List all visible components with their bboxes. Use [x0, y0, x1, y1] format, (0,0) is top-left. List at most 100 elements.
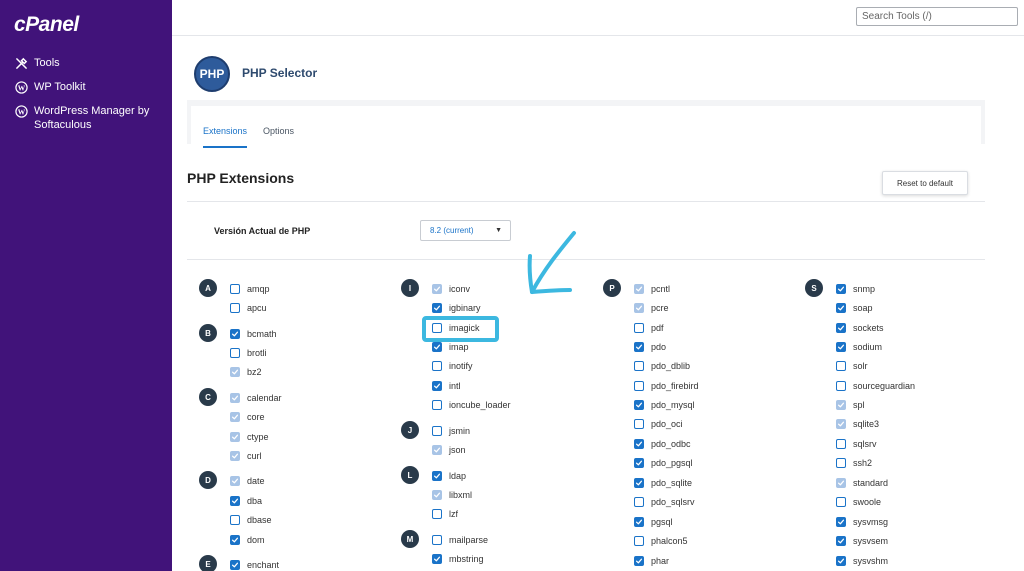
tab-options[interactable]: Options	[263, 126, 294, 146]
extension-pdo-oci[interactable]: pdo_oci	[634, 418, 683, 430]
extension-pdo-odbc[interactable]: pdo_odbc	[634, 438, 691, 450]
extension-checkbox[interactable]	[634, 342, 644, 352]
extension-sourceguardian[interactable]: sourceguardian	[836, 380, 915, 392]
extension-swoole[interactable]: swoole	[836, 496, 881, 508]
extension-checkbox[interactable]	[432, 471, 442, 481]
extension-checkbox[interactable]	[432, 554, 442, 564]
extension-pdo-sqlite[interactable]: pdo_sqlite	[634, 477, 692, 489]
extension-checkbox[interactable]	[836, 303, 846, 313]
extension-sqlite3[interactable]: sqlite3	[836, 418, 879, 430]
extension-checkbox[interactable]	[432, 323, 442, 333]
extension-checkbox[interactable]	[432, 361, 442, 371]
extension-checkbox[interactable]	[432, 342, 442, 352]
extension-phalcon5[interactable]: phalcon5	[634, 535, 688, 547]
extension-checkbox[interactable]	[230, 303, 240, 313]
extension-brotli[interactable]: brotli	[230, 347, 267, 359]
extension-dom[interactable]: dom	[230, 534, 265, 546]
extension-checkbox[interactable]	[634, 478, 644, 488]
extension-pdo-dblib[interactable]: pdo_dblib	[634, 360, 690, 372]
extension-checkbox[interactable]	[836, 497, 846, 507]
extension-checkbox[interactable]	[432, 426, 442, 436]
extension-checkbox[interactable]	[836, 284, 846, 294]
extension-pgsql[interactable]: pgsql	[634, 516, 673, 528]
extension-checkbox[interactable]	[836, 439, 846, 449]
extension-sysvmsg[interactable]: sysvmsg	[836, 516, 888, 528]
extension-imagick[interactable]: imagick	[432, 322, 480, 334]
extension-pdf[interactable]: pdf	[634, 322, 664, 334]
extension-checkbox[interactable]	[230, 348, 240, 358]
extension-mbstring[interactable]: mbstring	[432, 553, 484, 565]
tab-extensions[interactable]: Extensions	[203, 126, 248, 148]
extension-pdo[interactable]: pdo	[634, 341, 666, 353]
extension-inotify[interactable]: inotify	[432, 360, 473, 372]
extension-lzf[interactable]: lzf	[432, 508, 458, 520]
extension-mailparse[interactable]: mailparse	[432, 534, 488, 546]
extension-sysvshm[interactable]: sysvshm	[836, 555, 888, 567]
extension-core[interactable]: core	[230, 411, 265, 423]
extension-pcntl[interactable]: pcntl	[634, 283, 670, 295]
extension-checkbox[interactable]	[836, 361, 846, 371]
extension-json[interactable]: json	[432, 444, 466, 456]
php-version-select[interactable]: 8.2 (current) ▼	[420, 220, 511, 241]
extension-checkbox[interactable]	[634, 536, 644, 546]
extension-pdo-pgsql[interactable]: pdo_pgsql	[634, 457, 693, 469]
extension-sodium[interactable]: sodium	[836, 341, 882, 353]
extension-apcu[interactable]: apcu	[230, 302, 267, 314]
extension-checkbox[interactable]	[432, 400, 442, 410]
extension-checkbox[interactable]	[432, 509, 442, 519]
extension-checkbox[interactable]	[230, 535, 240, 545]
extension-checkbox[interactable]	[230, 560, 240, 570]
extension-checkbox[interactable]	[230, 515, 240, 525]
extension-ioncube-loader[interactable]: ioncube_loader	[432, 399, 511, 411]
extension-bz2[interactable]: bz2	[230, 366, 262, 378]
extension-calendar[interactable]: calendar	[230, 392, 282, 404]
extension-intl[interactable]: intl	[432, 380, 461, 392]
extension-checkbox[interactable]	[634, 517, 644, 527]
extension-imap[interactable]: imap	[432, 341, 469, 353]
extension-snmp[interactable]: snmp	[836, 283, 875, 295]
extension-sysvsem[interactable]: sysvsem	[836, 535, 888, 547]
extension-dba[interactable]: dba	[230, 495, 262, 507]
sidebar-item-wordpress-manager[interactable]: W WordPress Manager by Softaculous	[14, 104, 154, 132]
extension-sqlsrv[interactable]: sqlsrv	[836, 438, 877, 450]
extension-checkbox[interactable]	[432, 381, 442, 391]
extension-checkbox[interactable]	[230, 496, 240, 506]
extension-pdo-sqlsrv[interactable]: pdo_sqlsrv	[634, 496, 695, 508]
extension-checkbox[interactable]	[634, 381, 644, 391]
reset-to-default-button[interactable]: Reset to default	[882, 171, 968, 195]
extension-checkbox[interactable]	[230, 284, 240, 294]
extension-checkbox[interactable]	[634, 458, 644, 468]
cpanel-logo[interactable]: cPanel	[14, 13, 79, 37]
extension-checkbox[interactable]	[836, 342, 846, 352]
extension-curl[interactable]: curl	[230, 450, 262, 462]
extension-amqp[interactable]: amqp	[230, 283, 270, 295]
sidebar-item-tools[interactable]: Tools	[14, 56, 154, 70]
extension-enchant[interactable]: enchant	[230, 559, 279, 571]
extension-dbase[interactable]: dbase	[230, 514, 272, 526]
extension-iconv[interactable]: iconv	[432, 283, 470, 295]
extension-standard[interactable]: standard	[836, 477, 888, 489]
extension-libxml[interactable]: libxml	[432, 489, 472, 501]
extension-checkbox[interactable]	[634, 400, 644, 410]
extension-phar[interactable]: phar	[634, 555, 669, 567]
extension-pcre[interactable]: pcre	[634, 302, 669, 314]
extension-jsmin[interactable]: jsmin	[432, 425, 470, 437]
extension-checkbox[interactable]	[634, 323, 644, 333]
extension-checkbox[interactable]	[432, 535, 442, 545]
extension-checkbox[interactable]	[836, 323, 846, 333]
extension-soap[interactable]: soap	[836, 302, 873, 314]
extension-checkbox[interactable]	[836, 536, 846, 546]
extension-checkbox[interactable]	[432, 303, 442, 313]
extension-checkbox[interactable]	[230, 329, 240, 339]
extension-pdo-firebird[interactable]: pdo_firebird	[634, 380, 699, 392]
extension-ldap[interactable]: ldap	[432, 470, 466, 482]
sidebar-item-wp-toolkit[interactable]: W WP Toolkit	[14, 80, 154, 94]
extension-spl[interactable]: spl	[836, 399, 865, 411]
extension-checkbox[interactable]	[634, 439, 644, 449]
extension-igbinary[interactable]: igbinary	[432, 302, 481, 314]
extension-checkbox[interactable]	[836, 556, 846, 566]
extension-ssh2[interactable]: ssh2	[836, 457, 872, 469]
extension-solr[interactable]: solr	[836, 360, 868, 372]
extension-checkbox[interactable]	[836, 381, 846, 391]
extension-pdo-mysql[interactable]: pdo_mysql	[634, 399, 695, 411]
